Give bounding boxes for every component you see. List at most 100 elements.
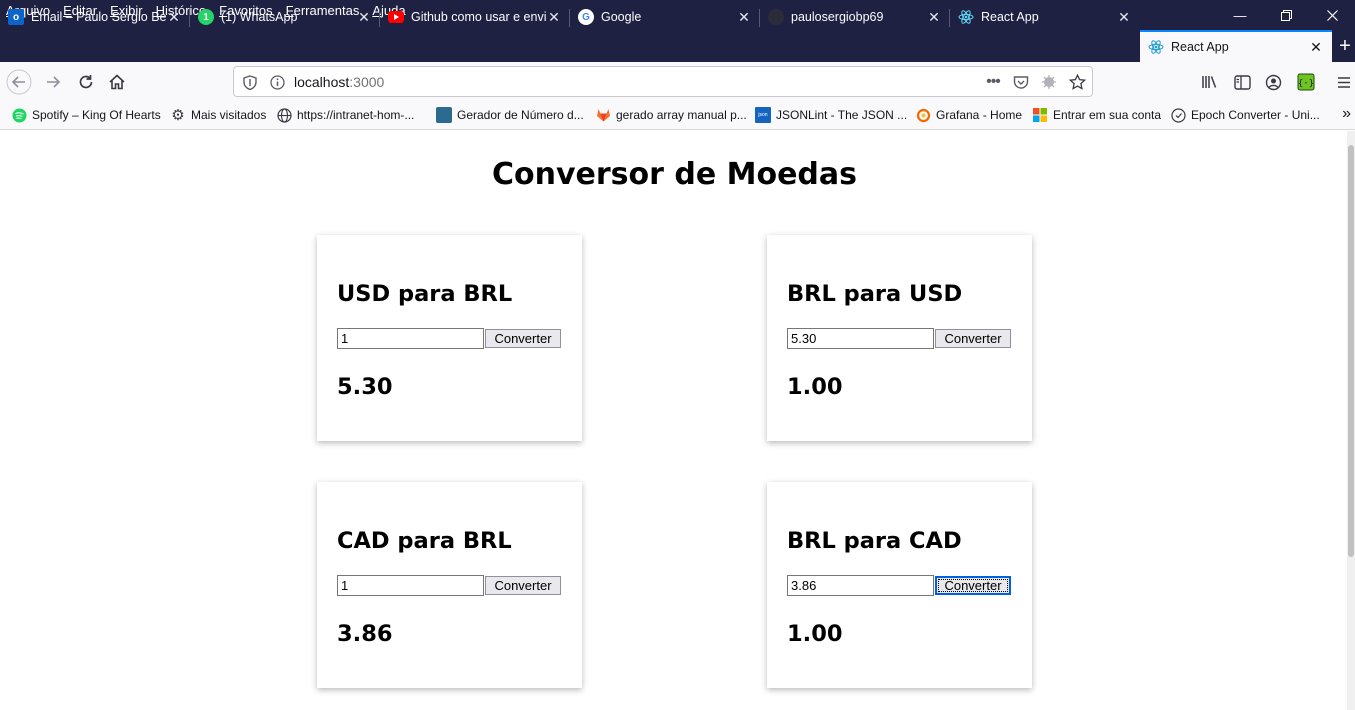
bookmark-label: Gerador de Número d...	[457, 108, 584, 122]
react-icon	[958, 9, 974, 25]
tab-github-youtube[interactable]: Github como usar e envi ✕	[380, 2, 570, 32]
tab-label: React App	[981, 10, 1039, 24]
close-icon[interactable]: ✕	[166, 9, 182, 26]
clock-icon	[1170, 107, 1186, 123]
tab-react-app[interactable]: React App ✕	[950, 2, 1140, 32]
tab-whatsapp[interactable]: 1 (1) WhatsApp ✕	[190, 2, 380, 32]
bookmarks-toolbar: Spotify – King Of Hearts ⚙ Mais visitado…	[0, 102, 1355, 130]
bookmark-grafana[interactable]: Grafana - Home	[915, 107, 1022, 123]
page-title: Conversor de Moedas	[491, 157, 858, 192]
convert-button[interactable]: Converter	[935, 329, 1011, 348]
minimize-icon[interactable]: —	[1217, 0, 1263, 30]
bookmark-spotify[interactable]: Spotify – King Of Hearts	[11, 107, 161, 123]
bookmark-mais-visitados[interactable]: ⚙ Mais visitados	[170, 107, 267, 124]
navigation-bar: localhost:3000 ••• {·}	[0, 62, 1355, 102]
url-host: localhost	[294, 74, 350, 90]
bookmark-label: Spotify – King Of Hearts	[32, 108, 161, 122]
convert-button[interactable]: Converter	[935, 576, 1011, 595]
page-content: Conversor de Moedas USD para BRL Convert…	[0, 131, 1355, 710]
card-title: USD para BRL	[337, 281, 513, 307]
page-scrollbar[interactable]	[1347, 131, 1355, 710]
amount-input[interactable]	[787, 328, 934, 349]
tab-email[interactable]: o Email – Paulo Sergio Ber ✕	[0, 2, 190, 32]
menu-icon[interactable]	[1333, 68, 1355, 96]
tab-label: Github como usar e envi	[411, 10, 546, 24]
bookmark-gerador[interactable]: Gerador de Número d...	[436, 107, 584, 123]
bookmark-epoch[interactable]: Epoch Converter - Uni...	[1170, 107, 1320, 123]
close-icon[interactable]: ✕	[1116, 9, 1132, 26]
url-port: :3000	[349, 74, 385, 90]
close-icon[interactable]: ✕	[546, 9, 562, 26]
extension-icon[interactable]: {·}	[1292, 68, 1320, 96]
pocket-icon[interactable]	[1011, 72, 1031, 92]
card-title: BRL para CAD	[787, 528, 962, 554]
tab-google[interactable]: G Google ✕	[570, 2, 760, 32]
close-icon[interactable]: ✕	[736, 9, 752, 26]
amount-input[interactable]	[337, 575, 484, 596]
reload-icon[interactable]	[72, 68, 100, 96]
converter-card-brl-cad: BRL para CAD Converter 1.00	[767, 482, 1032, 688]
tab-react-app-active[interactable]: React App ✕	[1140, 30, 1332, 62]
scrollbar-thumb[interactable]	[1348, 145, 1354, 557]
chevron-right-icon[interactable]: »	[1342, 105, 1351, 123]
star-icon[interactable]	[1067, 72, 1087, 92]
convert-button[interactable]: Converter	[485, 329, 561, 348]
gear-icon: ⚙	[171, 107, 185, 124]
google-icon: G	[578, 9, 594, 25]
tab-label: React App	[1171, 40, 1229, 54]
sidebar-icon[interactable]	[1228, 68, 1256, 96]
home-icon[interactable]	[103, 68, 131, 96]
bookmark-jsonlint[interactable]: json JSONLint - The JSON ...	[755, 107, 907, 123]
page-actions-icon[interactable]: •••	[983, 72, 1003, 92]
library-icon[interactable]	[1196, 68, 1224, 96]
jsonlint-icon: json	[755, 107, 771, 123]
conversion-result: 3.86	[337, 621, 393, 647]
close-icon[interactable]: ✕	[1308, 39, 1324, 56]
new-tab-icon[interactable]: +	[1335, 30, 1355, 62]
shield-icon[interactable]	[240, 72, 260, 92]
tab-github[interactable]: paulosergiobp69 ✕	[760, 2, 950, 32]
react-icon	[1148, 39, 1164, 55]
bookmark-intranet[interactable]: https://intranet-hom-...	[276, 107, 414, 123]
url-text[interactable]: localhost:3000	[294, 74, 384, 90]
account-icon[interactable]	[1259, 68, 1287, 96]
restore-icon[interactable]	[1263, 0, 1309, 30]
svg-text:{·}: {·}	[1298, 79, 1314, 89]
close-icon[interactable]: ✕	[356, 9, 372, 26]
bookmark-label: Grafana - Home	[936, 108, 1023, 122]
card-title: CAD para BRL	[337, 528, 512, 554]
bookmark-label: Epoch Converter - Uni...	[1191, 108, 1320, 122]
converter-card-cad-brl: CAD para BRL Converter 3.86	[317, 482, 582, 688]
spotify-icon	[11, 107, 27, 123]
tab-label: Email – Paulo Sergio Ber	[31, 10, 166, 24]
bookmark-label: Entrar em sua conta	[1053, 108, 1162, 122]
tracking-protection-icon[interactable]	[1039, 72, 1059, 92]
conversion-result: 5.30	[337, 374, 393, 400]
back-icon[interactable]	[5, 68, 33, 96]
convert-button[interactable]: Converter	[485, 576, 561, 595]
url-bar[interactable]: localhost:3000 •••	[233, 66, 1093, 97]
info-icon[interactable]	[267, 72, 287, 92]
close-icon[interactable]: ✕	[926, 9, 942, 26]
bookmark-gitlab[interactable]: gerado array manual p...	[595, 107, 747, 123]
window-controls: —	[1217, 0, 1355, 30]
amount-input[interactable]	[337, 328, 484, 349]
amount-input[interactable]	[787, 575, 934, 596]
github-icon	[768, 9, 784, 25]
converter-card-usd-brl: USD para BRL Converter 5.30	[317, 235, 582, 441]
gitlab-icon	[595, 107, 611, 123]
bookmark-icon	[436, 107, 452, 123]
forward-icon[interactable]	[39, 68, 67, 96]
bookmark-label: https://intranet-hom-...	[297, 108, 415, 122]
bookmark-label: JSONLint - The JSON ...	[776, 108, 908, 122]
bookmark-label: gerado array manual p...	[616, 108, 747, 122]
youtube-icon	[388, 9, 404, 25]
whatsapp-icon: 1	[198, 9, 214, 25]
bookmark-microsoft[interactable]: Entrar em sua conta	[1032, 107, 1161, 123]
globe-icon	[276, 107, 292, 123]
outlook-icon: o	[8, 9, 24, 25]
tab-label: paulosergiobp69	[791, 10, 884, 24]
window-close-icon[interactable]	[1309, 0, 1355, 30]
tab-label: Google	[601, 10, 642, 24]
bookmark-label: Mais visitados	[191, 108, 267, 122]
